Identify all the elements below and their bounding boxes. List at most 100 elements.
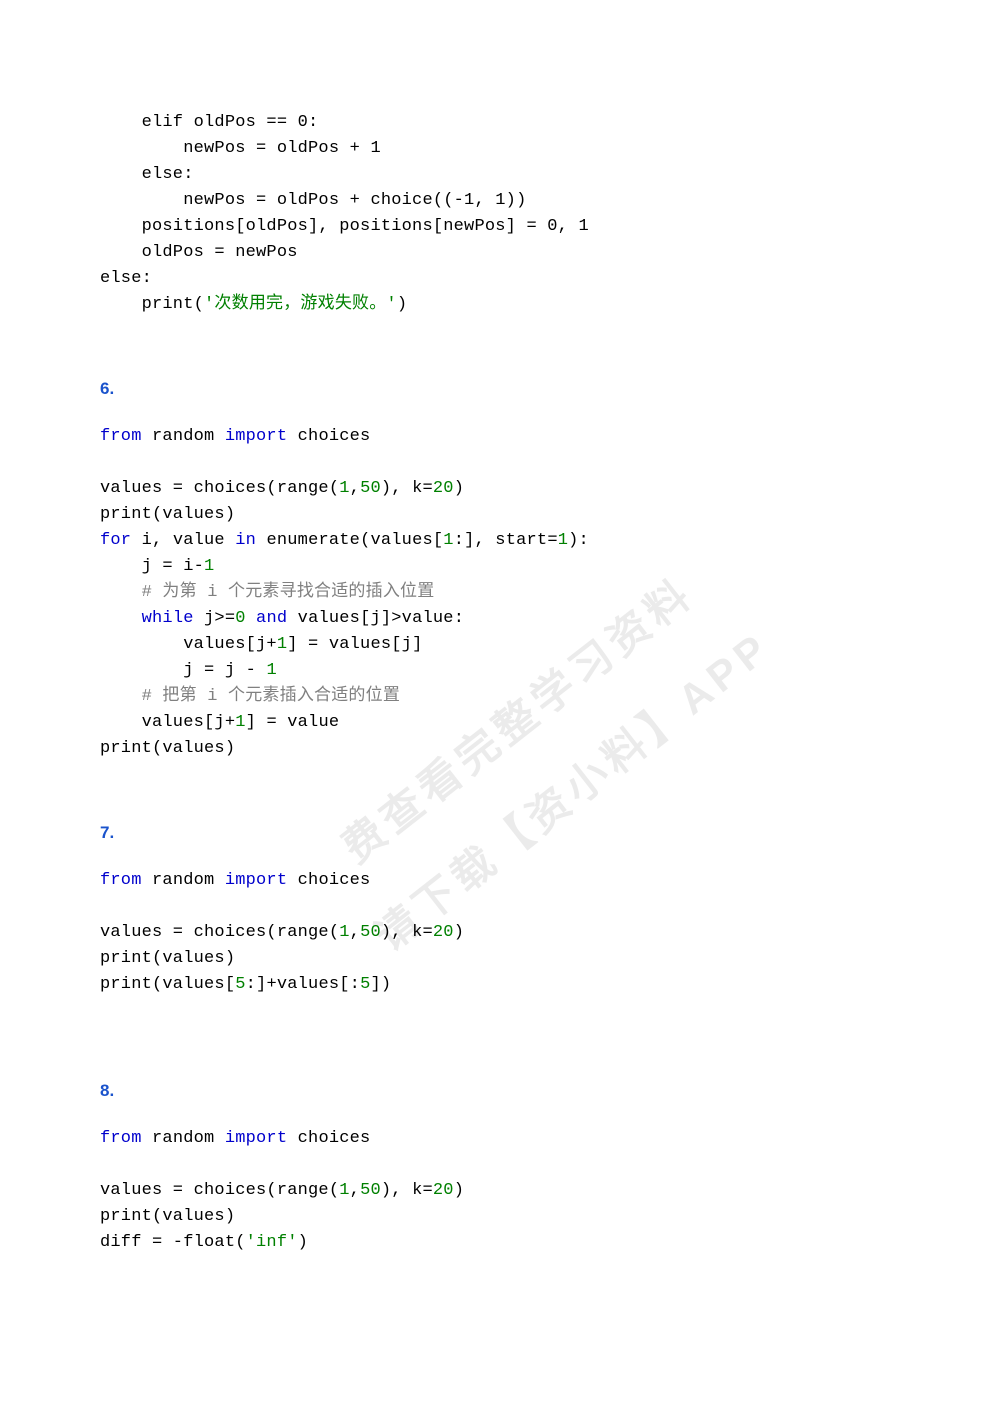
code-text: j = i- [100,557,204,576]
code-text [100,609,142,628]
code-line: diff = -float('inf') [100,1233,308,1252]
code-line: positions[oldPos], positions[newPos] = 0… [100,217,589,236]
code-text: print(values[ [100,975,235,994]
number: 5 [235,975,245,994]
code-text: ) [397,295,407,314]
code-text: ): [568,531,589,550]
number: 20 [433,479,454,498]
code-line: print(values) [100,739,235,758]
code-line: values = choices(range(1,50), k=20) [100,479,464,498]
code-text: ) [454,923,464,942]
code-line: else: [100,165,194,184]
number: 1 [235,713,245,732]
code-text: values = choices(range( [100,1181,339,1200]
number: 0 [235,609,245,628]
comment: # 把第 i 个元素插入合适的位置 [100,687,400,706]
number: 1 [277,635,287,654]
code-line: print(values) [100,1207,235,1226]
code-text: ), k= [381,923,433,942]
code-line: from random import choices [100,871,370,890]
number: 1 [443,531,453,550]
keyword: import [225,427,287,446]
code-text: enumerate(values[ [256,531,443,550]
code-text: ), k= [381,1181,433,1200]
code-text: , [350,1181,360,1200]
code-text: j>= [194,609,236,628]
number: 1 [339,479,349,498]
code-block-top: elif oldPos == 0: newPos = oldPos + 1 el… [100,110,893,318]
keyword: import [225,1129,287,1148]
code-line: values[j+1] = values[j] [100,635,422,654]
code-text: ) [454,479,464,498]
code-line: else: [100,269,152,288]
code-line: while j>=0 and values[j]>value: [100,609,464,628]
code-text: ] = value [246,713,340,732]
code-line: for i, value in enumerate(values[1:], st… [100,531,589,550]
keyword: in [235,531,256,550]
keyword: and [256,609,287,628]
code-text: random [142,1129,225,1148]
code-line: from random import choices [100,1129,370,1148]
code-line: print(values) [100,949,235,968]
code-text: ), k= [381,479,433,498]
keyword: from [100,427,142,446]
page: 费查看完整学习资料 请下载【资小料】APP elif oldPos == 0: … [0,0,993,1404]
code-line: print('次数用完，游戏失败。') [100,295,407,314]
code-text: ]) [370,975,391,994]
number: 5 [360,975,370,994]
keyword: from [100,1129,142,1148]
code-text: choices [287,1129,370,1148]
code-text: choices [287,871,370,890]
code-line: print(values) [100,505,235,524]
section-number-8: 8. [100,1078,893,1104]
keyword: import [225,871,287,890]
code-line: values = choices(range(1,50), k=20) [100,1181,464,1200]
code-block-8: from random import choices values = choi… [100,1126,893,1256]
number: 50 [360,479,381,498]
keyword: for [100,531,131,550]
number: 20 [433,1181,454,1200]
number: 1 [266,661,276,680]
code-text: print( [100,295,204,314]
keyword: from [100,871,142,890]
code-text: values = choices(range( [100,479,339,498]
code-text: :], start= [454,531,558,550]
code-line: j = i-1 [100,557,214,576]
comment: # 为第 i 个元素寻找合适的插入位置 [100,583,434,602]
code-line: newPos = oldPos + choice((-1, 1)) [100,191,526,210]
keyword: while [142,609,194,628]
code-block-7: from random import choices values = choi… [100,868,893,998]
code-line: print(values[5:]+values[:5]) [100,975,391,994]
code-text: i, value [131,531,235,550]
code-text: random [142,427,225,446]
code-text [246,609,256,628]
code-text: values[j+ [100,635,277,654]
code-line: j = j - 1 [100,661,277,680]
code-line: elif oldPos == 0: [100,113,318,132]
code-text: ] = values[j] [287,635,422,654]
number: 50 [360,1181,381,1200]
code-text: choices [287,427,370,446]
section-number-6: 6. [100,376,893,402]
code-line: from random import choices [100,427,370,446]
code-line: oldPos = newPos [100,243,298,262]
string-literal: '次数用完，游戏失败。' [204,295,397,314]
number: 1 [204,557,214,576]
code-line: values[j+1] = value [100,713,339,732]
code-text: , [350,923,360,942]
code-line: values = choices(range(1,50), k=20) [100,923,464,942]
code-text: ) [454,1181,464,1200]
code-text: random [142,871,225,890]
code-text: values = choices(range( [100,923,339,942]
code-text: values[j]>value: [287,609,464,628]
code-text: , [350,479,360,498]
string-literal: 'inf' [246,1233,298,1252]
number: 1 [339,923,349,942]
code-text: :]+values[: [246,975,360,994]
code-text: j = j - [100,661,266,680]
number: 1 [558,531,568,550]
code-text: values[j+ [100,713,235,732]
code-line: newPos = oldPos + 1 [100,139,381,158]
number: 1 [339,1181,349,1200]
code-text: ) [298,1233,308,1252]
